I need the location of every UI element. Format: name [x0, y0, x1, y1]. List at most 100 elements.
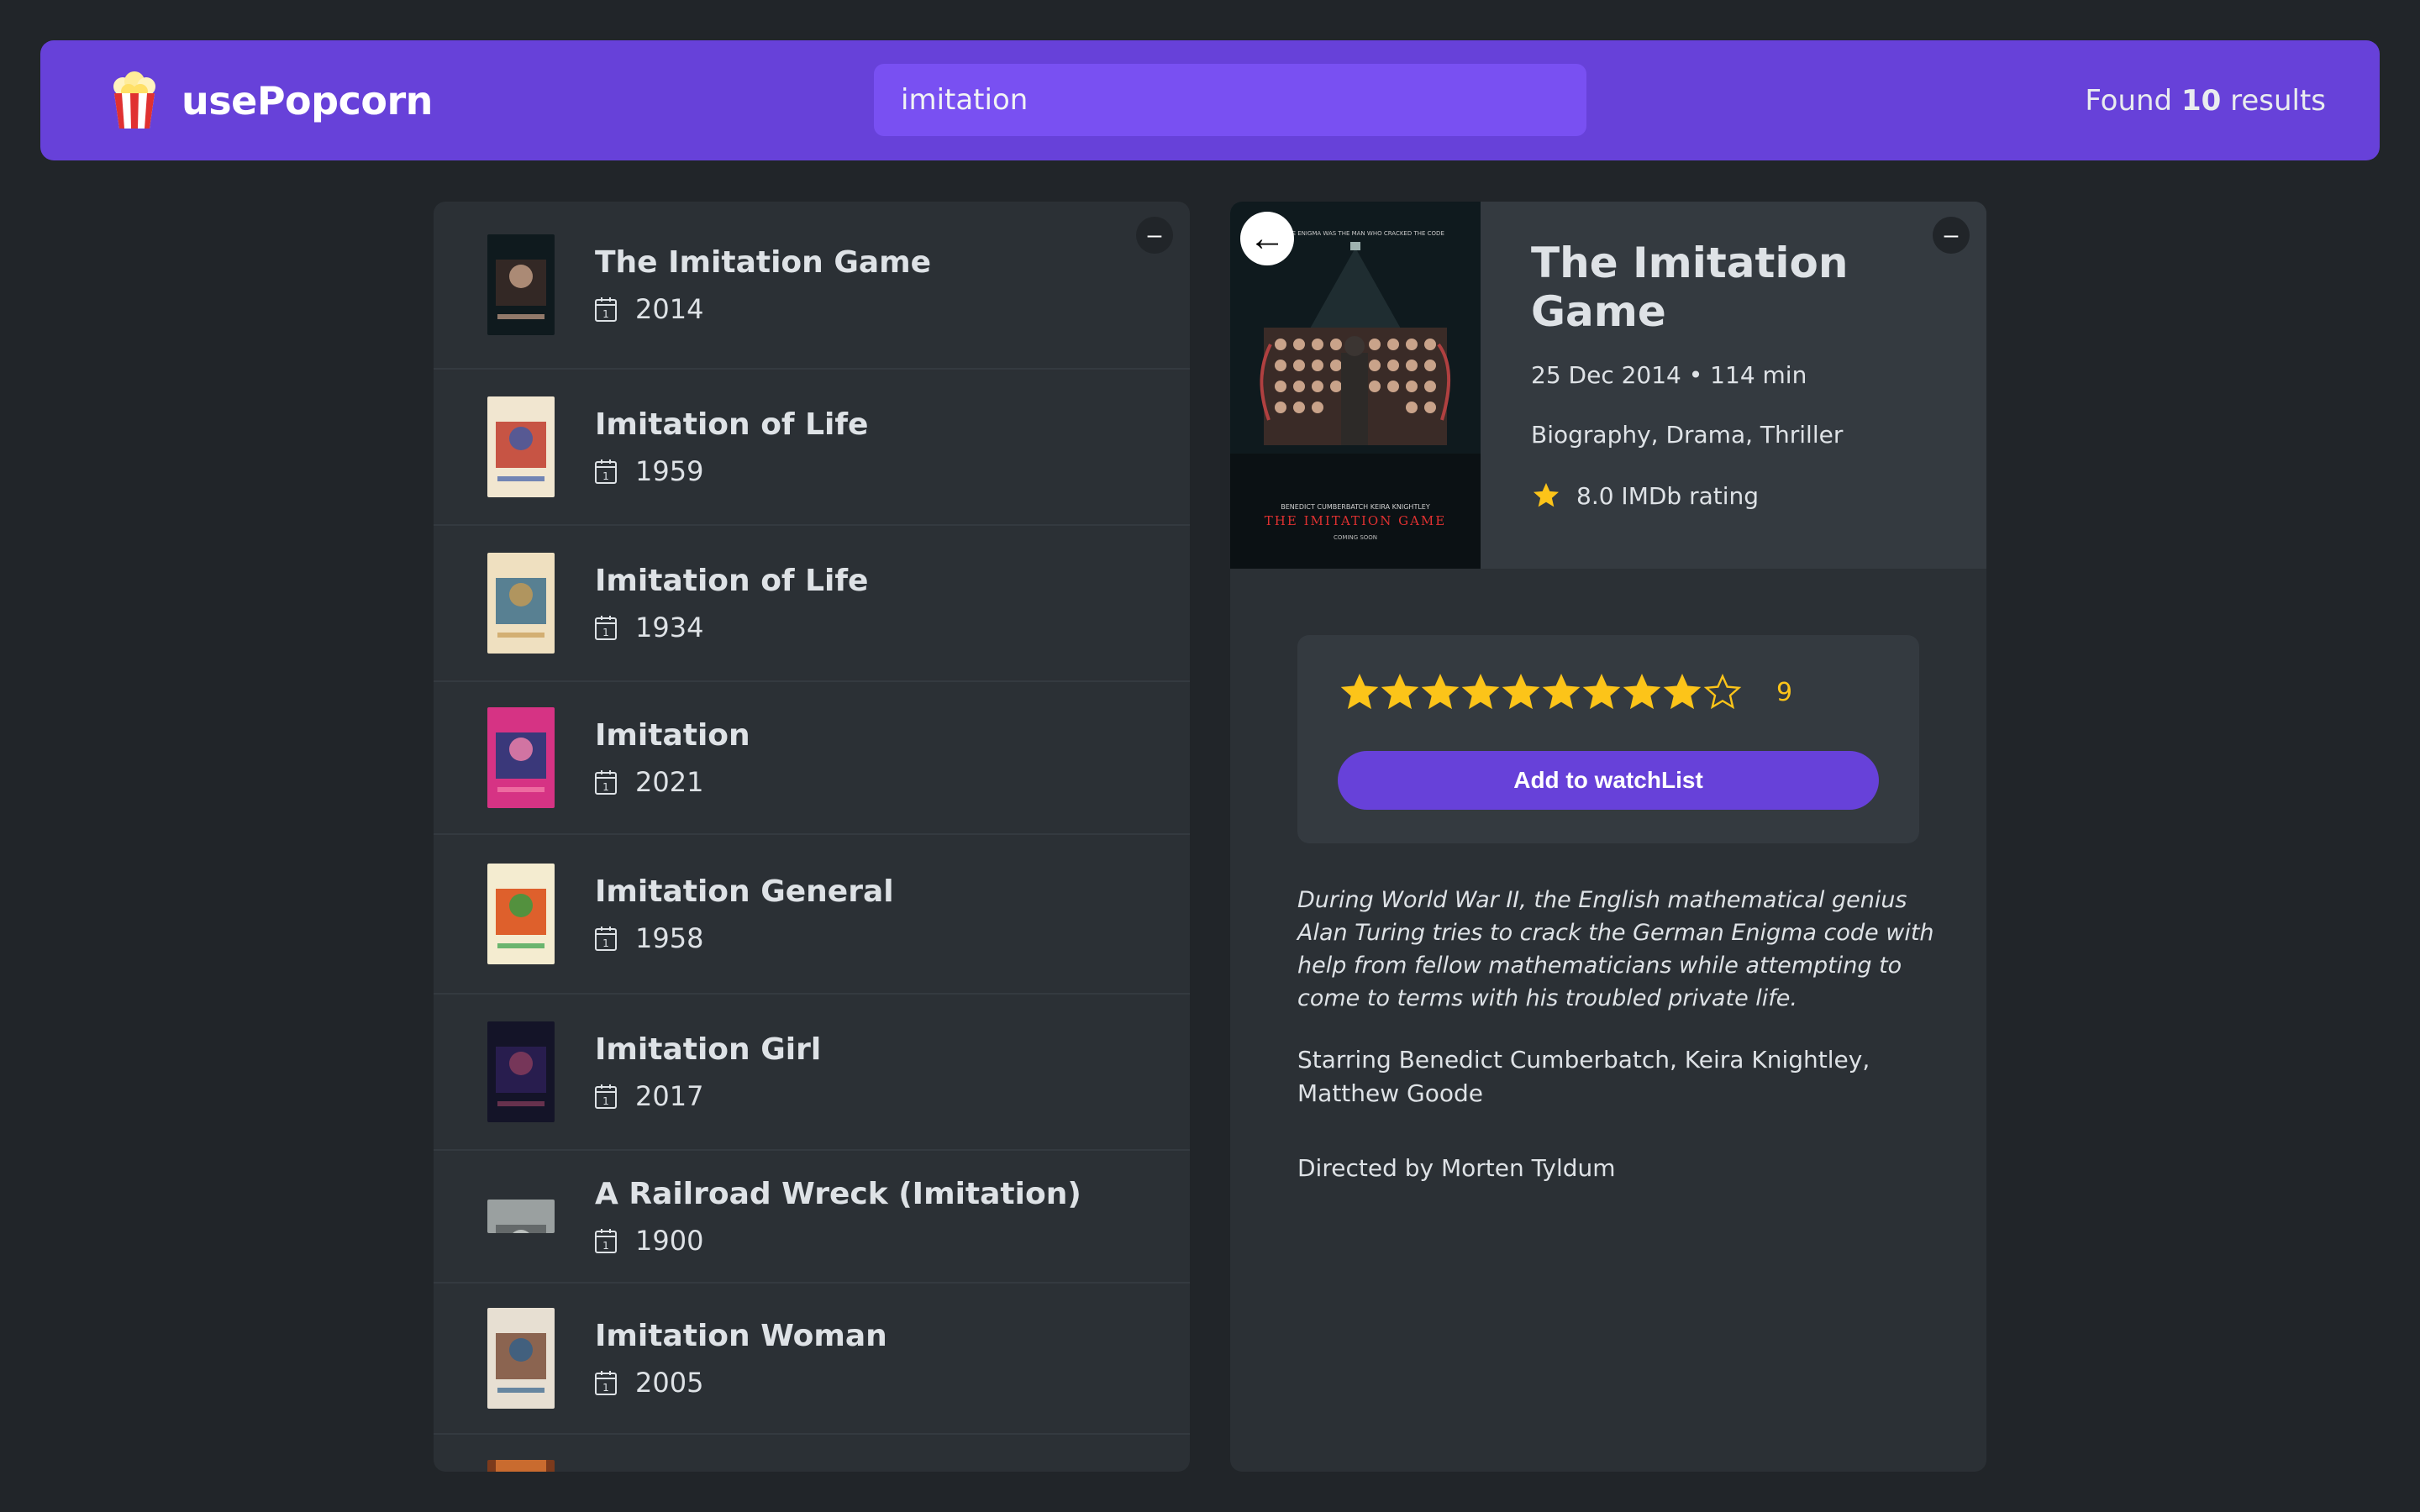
star-filled-icon[interactable]	[1420, 672, 1460, 712]
movie-list: The Imitation Game 1 2014 Imitation of Life…	[434, 202, 1190, 1472]
calendar-icon: 1	[595, 297, 617, 322]
results-prefix: Found	[2085, 83, 2173, 118]
movie-year: 1 2017	[595, 1080, 821, 1112]
movie-list-item[interactable]: A Railroad Wreck (Imitation) 1 1900	[434, 1151, 1190, 1284]
svg-text:1: 1	[602, 1382, 609, 1394]
movie-year: 1 2014	[595, 293, 931, 325]
svg-text:1: 1	[602, 627, 609, 638]
star-icon	[1534, 483, 1559, 507]
movie-info: Imitation Woman 1 2005	[595, 1319, 887, 1399]
movie-list-item[interactable]: Imitation Woman 1 2005	[434, 1284, 1190, 1435]
movie-poster-thumbnail	[487, 864, 555, 964]
movie-details-box: THE TRUE ENIGMA WAS THE MAN WHO CRACKED …	[1230, 202, 1986, 1472]
movie-title: Imitation	[595, 717, 750, 753]
movie-poster-thumbnail	[487, 1021, 555, 1122]
movie-list-item[interactable]	[434, 1435, 1190, 1472]
calendar-icon: 1	[595, 1370, 617, 1395]
movie-info: Imitation General 1 1958	[595, 874, 894, 954]
svg-text:1: 1	[602, 1240, 609, 1252]
movie-poster-thumbnail	[487, 234, 555, 335]
star-filled-icon[interactable]	[1460, 672, 1501, 712]
star-filled-icon[interactable]	[1581, 672, 1622, 712]
poster-title: THE IMITATION GAME	[1265, 513, 1446, 528]
movie-year: 1 1934	[595, 612, 868, 643]
calendar-icon: 1	[595, 769, 617, 795]
movie-title: A Railroad Wreck (Imitation)	[595, 1176, 1081, 1211]
movie-year-text: 2014	[635, 292, 704, 325]
movie-year: 1 1900	[595, 1225, 1081, 1257]
add-to-watchlist-button[interactable]: Add to watchList	[1338, 751, 1879, 810]
star-filled-icon[interactable]	[1339, 672, 1380, 712]
movie-poster-thumbnail	[487, 1308, 555, 1409]
popcorn-icon	[113, 71, 155, 129]
svg-text:1: 1	[602, 937, 609, 949]
movie-title: The Imitation Game	[595, 244, 932, 280]
movie-title: Imitation Girl	[595, 1032, 822, 1067]
movie-list-item[interactable]: Imitation of Life 1 1934	[434, 526, 1190, 682]
movie-title: Imitation of Life	[595, 407, 869, 442]
details-overview: The Imitation Game 25 Dec 2014 • 114 min…	[1481, 202, 1986, 569]
star-filled-icon[interactable]	[1380, 672, 1420, 712]
poster-coming-soon: COMING SOON	[1334, 534, 1377, 541]
calendar-icon: 1	[595, 459, 617, 484]
movie-year: 1 1959	[595, 455, 868, 487]
movie-poster-thumbnail	[487, 1460, 555, 1472]
svg-text:1: 1	[602, 308, 609, 320]
movie-info: A Railroad Wreck (Imitation) 1 1900	[595, 1177, 1081, 1257]
movie-year-text: 1958	[635, 921, 704, 954]
details-title: The Imitation Game	[1531, 239, 1849, 336]
results-number: 10	[2181, 83, 2222, 118]
details-genre: Biography, Drama, Thriller	[1531, 421, 1844, 449]
movie-info: Imitation of Life 1 1959	[595, 407, 868, 487]
navbar: usePopcorn Found 10 results	[40, 40, 2380, 160]
movie-poster-thumbnail	[487, 396, 555, 497]
details-imdb-rating: 8.0 IMDb rating	[1531, 480, 1986, 511]
movie-title: Imitation of Life	[595, 563, 869, 598]
star-filled-icon[interactable]	[1662, 672, 1702, 712]
back-button[interactable]: ←	[1240, 212, 1294, 265]
movie-year-text: 2021	[635, 765, 704, 798]
star-filled-icon[interactable]	[1622, 672, 1662, 712]
movie-poster-thumbnail	[487, 553, 555, 654]
movie-info: Imitation of Life 1 1934	[595, 564, 868, 643]
movie-list-item[interactable]: Imitation of Life 1 1959	[434, 370, 1190, 526]
movie-year: 1 1958	[595, 922, 894, 954]
star-filled-icon[interactable]	[1541, 672, 1581, 712]
logo: usePopcorn	[108, 71, 433, 130]
details-plot: During World War II, the English mathema…	[1297, 887, 1934, 1011]
movie-year-text: 2017	[635, 1079, 704, 1112]
details-release-runtime: 25 Dec 2014 • 114 min	[1531, 361, 1807, 389]
movie-list-item[interactable]: The Imitation Game 1 2014	[434, 202, 1190, 370]
svg-text:1: 1	[602, 1095, 609, 1107]
results-suffix: results	[2230, 83, 2326, 118]
movie-list-item[interactable]: Imitation 1 2021	[434, 682, 1190, 835]
movie-list-item[interactable]: Imitation General 1 1958	[434, 835, 1190, 995]
movie-list-box: The Imitation Game 1 2014 Imitation of Life…	[434, 202, 1190, 1472]
calendar-icon: 1	[595, 1084, 617, 1109]
movie-year-text: 2005	[635, 1366, 704, 1399]
movie-list-item[interactable]: Imitation Girl 1 2017	[434, 995, 1190, 1151]
movie-poster-thumbnail	[487, 1200, 555, 1233]
star-rating: 9	[1339, 672, 1792, 712]
movie-year-text: 1959	[635, 454, 704, 487]
poster-cast: BENEDICT CUMBERBATCH KEIRA KNIGHTLEY	[1281, 503, 1430, 511]
search-input[interactable]	[874, 64, 1586, 136]
details-header: THE TRUE ENIGMA WAS THE MAN WHO CRACKED …	[1230, 202, 1986, 569]
movie-poster-thumbnail	[487, 707, 555, 808]
collapse-details-button[interactable]: –	[1933, 217, 1970, 254]
movie-title: Imitation General	[595, 874, 894, 909]
movie-year: 1 2005	[595, 1367, 887, 1399]
movie-info: Imitation 1 2021	[595, 718, 750, 798]
calendar-icon: 1	[595, 1228, 617, 1253]
movie-year-text: 1900	[635, 1224, 704, 1257]
movie-year-text: 1934	[635, 611, 704, 643]
svg-text:1: 1	[602, 470, 609, 482]
star-empty-icon[interactable]	[1702, 672, 1743, 712]
svg-text:1: 1	[602, 781, 609, 793]
results-count: Found 10 results	[2085, 84, 2326, 118]
user-rating-value: 9	[1776, 677, 1793, 707]
calendar-icon: 1	[595, 926, 617, 951]
collapse-list-button[interactable]: –	[1136, 217, 1173, 254]
star-filled-icon[interactable]	[1501, 672, 1541, 712]
movie-title: Imitation Woman	[595, 1318, 887, 1353]
